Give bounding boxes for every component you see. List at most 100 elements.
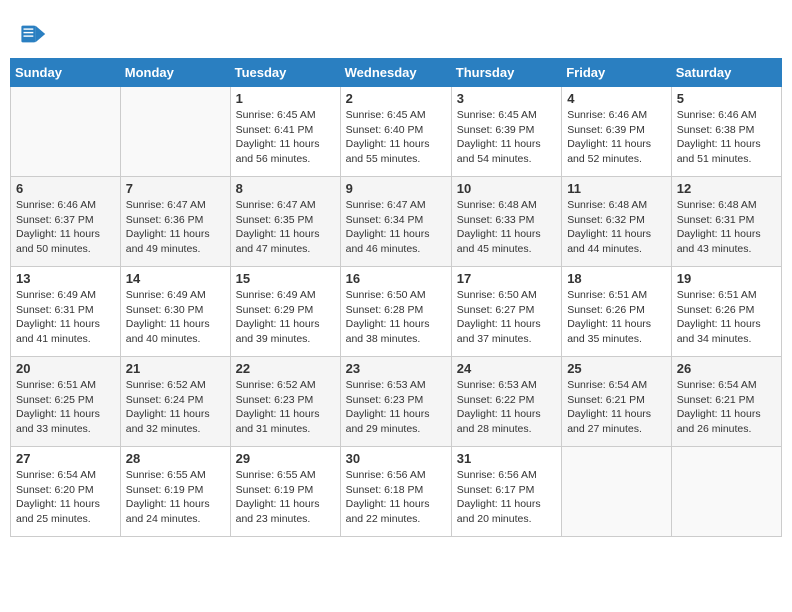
day-cell-3-0: 20Sunrise: 6:51 AM Sunset: 6:25 PM Dayli…	[11, 357, 121, 447]
day-detail-23: Sunrise: 6:53 AM Sunset: 6:23 PM Dayligh…	[346, 378, 446, 437]
week-row-3: 13 Sunrise: 6:49 AM Sunset: 6:31 PM Dayli…	[11, 267, 782, 357]
day-detail-22: Sunrise: 6:52 AM Sunset: 6:23 PM Dayligh…	[236, 378, 335, 437]
day-detail-29: Sunrise: 6:55 AM Sunset: 6:19 PM Dayligh…	[236, 468, 335, 527]
day-number-22: 22	[236, 361, 335, 376]
header-monday: Monday	[120, 59, 230, 87]
day-cell-1-3: 9Sunrise: 6:47 AM Sunset: 6:34 PM Daylig…	[340, 177, 451, 267]
day-cell-4-4: 31Sunrise: 6:56 AM Sunset: 6:17 PM Dayli…	[451, 447, 561, 537]
day-detail-16: Sunrise: 6:50 AM Sunset: 6:28 PM Dayligh…	[346, 288, 446, 347]
day-detail-11: Sunrise: 6:48 AM Sunset: 6:32 PM Dayligh…	[567, 198, 666, 257]
day-detail-9: Sunrise: 6:47 AM Sunset: 6:34 PM Dayligh…	[346, 198, 446, 257]
day-number-2: 2	[346, 91, 446, 106]
day-number-14: 14	[126, 271, 225, 286]
day-number-20: 20	[16, 361, 115, 376]
day-detail-17: Sunrise: 6:50 AM Sunset: 6:27 PM Dayligh…	[457, 288, 556, 347]
day-cell-0-6: 5 Sunrise: 6:46 AM Sunset: 6:38 PM Daylig…	[671, 87, 781, 177]
week-row-2: 6 Sunrise: 6:46 AM Sunset: 6:37 PM Daylig…	[11, 177, 782, 267]
page-header	[10, 10, 782, 53]
day-cell-2-1: 14Sunrise: 6:49 AM Sunset: 6:30 PM Dayli…	[120, 267, 230, 357]
day-number-27: 27	[16, 451, 115, 466]
day-cell-1-5: 11Sunrise: 6:48 AM Sunset: 6:32 PM Dayli…	[562, 177, 672, 267]
day-number-13: 13	[16, 271, 115, 286]
day-number-6: 6	[16, 181, 115, 196]
day-number-24: 24	[457, 361, 556, 376]
header-thursday: Thursday	[451, 59, 561, 87]
day-cell-4-5	[562, 447, 672, 537]
day-number-5: 5	[677, 91, 776, 106]
day-cell-1-6: 12Sunrise: 6:48 AM Sunset: 6:31 PM Dayli…	[671, 177, 781, 267]
calendar-table: Sunday Monday Tuesday Wednesday Thursday…	[10, 58, 782, 537]
day-cell-4-0: 27 Sunrise: 6:54 AM Sunset: 6:20 PM Dayli…	[11, 447, 121, 537]
day-cell-4-2: 29 Sunrise: 6:55 AM Sunset: 6:19 PM Dayli…	[230, 447, 340, 537]
day-number-18: 18	[567, 271, 666, 286]
header-sunday: Sunday	[11, 59, 121, 87]
day-cell-0-3: 2 Sunrise: 6:45 AM Sunset: 6:40 PM Daylig…	[340, 87, 451, 177]
day-cell-3-4: 24 Sunrise: 6:53 AM Sunset: 6:22 PM Dayli…	[451, 357, 561, 447]
day-number-21: 21	[126, 361, 225, 376]
day-number-4: 4	[567, 91, 666, 106]
day-number-3: 3	[457, 91, 556, 106]
day-number-23: 23	[346, 361, 446, 376]
day-cell-3-2: 22 Sunrise: 6:52 AM Sunset: 6:23 PM Dayli…	[230, 357, 340, 447]
day-detail-21: Sunrise: 6:52 AM Sunset: 6:24 PM Dayligh…	[126, 378, 225, 437]
day-detail-8: Sunrise: 6:47 AM Sunset: 6:35 PM Dayligh…	[236, 198, 335, 257]
week-row-5: 27 Sunrise: 6:54 AM Sunset: 6:20 PM Dayli…	[11, 447, 782, 537]
day-detail-15: Sunrise: 6:49 AM Sunset: 6:29 PM Dayligh…	[236, 288, 335, 347]
day-cell-1-1: 7Sunrise: 6:47 AM Sunset: 6:36 PM Daylig…	[120, 177, 230, 267]
logo-icon	[20, 20, 48, 48]
day-number-17: 17	[457, 271, 556, 286]
day-number-29: 29	[236, 451, 335, 466]
day-cell-4-3: 30 Sunrise: 6:56 AM Sunset: 6:18 PM Dayli…	[340, 447, 451, 537]
header-wednesday: Wednesday	[340, 59, 451, 87]
day-cell-3-6: 26Sunrise: 6:54 AM Sunset: 6:21 PM Dayli…	[671, 357, 781, 447]
day-detail-1: Sunrise: 6:45 AM Sunset: 6:41 PM Dayligh…	[236, 108, 335, 167]
day-cell-0-4: 3 Sunrise: 6:45 AM Sunset: 6:39 PM Daylig…	[451, 87, 561, 177]
day-detail-13: Sunrise: 6:49 AM Sunset: 6:31 PM Dayligh…	[16, 288, 115, 347]
day-detail-31: Sunrise: 6:56 AM Sunset: 6:17 PM Dayligh…	[457, 468, 556, 527]
day-number-25: 25	[567, 361, 666, 376]
day-detail-2: Sunrise: 6:45 AM Sunset: 6:40 PM Dayligh…	[346, 108, 446, 167]
day-cell-1-4: 10 Sunrise: 6:48 AM Sunset: 6:33 PM Dayli…	[451, 177, 561, 267]
day-cell-4-6	[671, 447, 781, 537]
day-cell-3-1: 21 Sunrise: 6:52 AM Sunset: 6:24 PM Dayli…	[120, 357, 230, 447]
day-detail-28: Sunrise: 6:55 AM Sunset: 6:19 PM Dayligh…	[126, 468, 225, 527]
week-row-1: 1 Sunrise: 6:45 AM Sunset: 6:41 PM Daylig…	[11, 87, 782, 177]
day-number-1: 1	[236, 91, 335, 106]
day-number-26: 26	[677, 361, 776, 376]
day-cell-0-1	[120, 87, 230, 177]
day-cell-3-3: 23 Sunrise: 6:53 AM Sunset: 6:23 PM Dayli…	[340, 357, 451, 447]
header-tuesday: Tuesday	[230, 59, 340, 87]
day-cell-0-2: 1 Sunrise: 6:45 AM Sunset: 6:41 PM Daylig…	[230, 87, 340, 177]
day-cell-2-3: 16 Sunrise: 6:50 AM Sunset: 6:28 PM Dayli…	[340, 267, 451, 357]
day-detail-27: Sunrise: 6:54 AM Sunset: 6:20 PM Dayligh…	[16, 468, 115, 527]
day-detail-25: Sunrise: 6:54 AM Sunset: 6:21 PM Dayligh…	[567, 378, 666, 437]
day-detail-3: Sunrise: 6:45 AM Sunset: 6:39 PM Dayligh…	[457, 108, 556, 167]
day-cell-2-2: 15Sunrise: 6:49 AM Sunset: 6:29 PM Dayli…	[230, 267, 340, 357]
header-friday: Friday	[562, 59, 672, 87]
day-number-10: 10	[457, 181, 556, 196]
day-detail-10: Sunrise: 6:48 AM Sunset: 6:33 PM Dayligh…	[457, 198, 556, 257]
day-cell-0-5: 4 Sunrise: 6:46 AM Sunset: 6:39 PM Daylig…	[562, 87, 672, 177]
day-cell-2-4: 17 Sunrise: 6:50 AM Sunset: 6:27 PM Dayli…	[451, 267, 561, 357]
day-number-28: 28	[126, 451, 225, 466]
day-number-30: 30	[346, 451, 446, 466]
day-detail-19: Sunrise: 6:51 AM Sunset: 6:26 PM Dayligh…	[677, 288, 776, 347]
day-detail-18: Sunrise: 6:51 AM Sunset: 6:26 PM Dayligh…	[567, 288, 666, 347]
day-cell-0-0	[11, 87, 121, 177]
day-detail-24: Sunrise: 6:53 AM Sunset: 6:22 PM Dayligh…	[457, 378, 556, 437]
day-cell-2-5: 18 Sunrise: 6:51 AM Sunset: 6:26 PM Dayli…	[562, 267, 672, 357]
day-number-8: 8	[236, 181, 335, 196]
day-cell-4-1: 28 Sunrise: 6:55 AM Sunset: 6:19 PM Dayli…	[120, 447, 230, 537]
day-detail-4: Sunrise: 6:46 AM Sunset: 6:39 PM Dayligh…	[567, 108, 666, 167]
day-detail-6: Sunrise: 6:46 AM Sunset: 6:37 PM Dayligh…	[16, 198, 115, 257]
day-detail-5: Sunrise: 6:46 AM Sunset: 6:38 PM Dayligh…	[677, 108, 776, 167]
weekday-header-row: Sunday Monday Tuesday Wednesday Thursday…	[11, 59, 782, 87]
day-cell-3-5: 25 Sunrise: 6:54 AM Sunset: 6:21 PM Dayli…	[562, 357, 672, 447]
day-number-16: 16	[346, 271, 446, 286]
day-cell-2-0: 13 Sunrise: 6:49 AM Sunset: 6:31 PM Dayli…	[11, 267, 121, 357]
day-detail-30: Sunrise: 6:56 AM Sunset: 6:18 PM Dayligh…	[346, 468, 446, 527]
day-cell-2-6: 19Sunrise: 6:51 AM Sunset: 6:26 PM Dayli…	[671, 267, 781, 357]
header-saturday: Saturday	[671, 59, 781, 87]
logo	[20, 20, 52, 48]
week-row-4: 20Sunrise: 6:51 AM Sunset: 6:25 PM Dayli…	[11, 357, 782, 447]
